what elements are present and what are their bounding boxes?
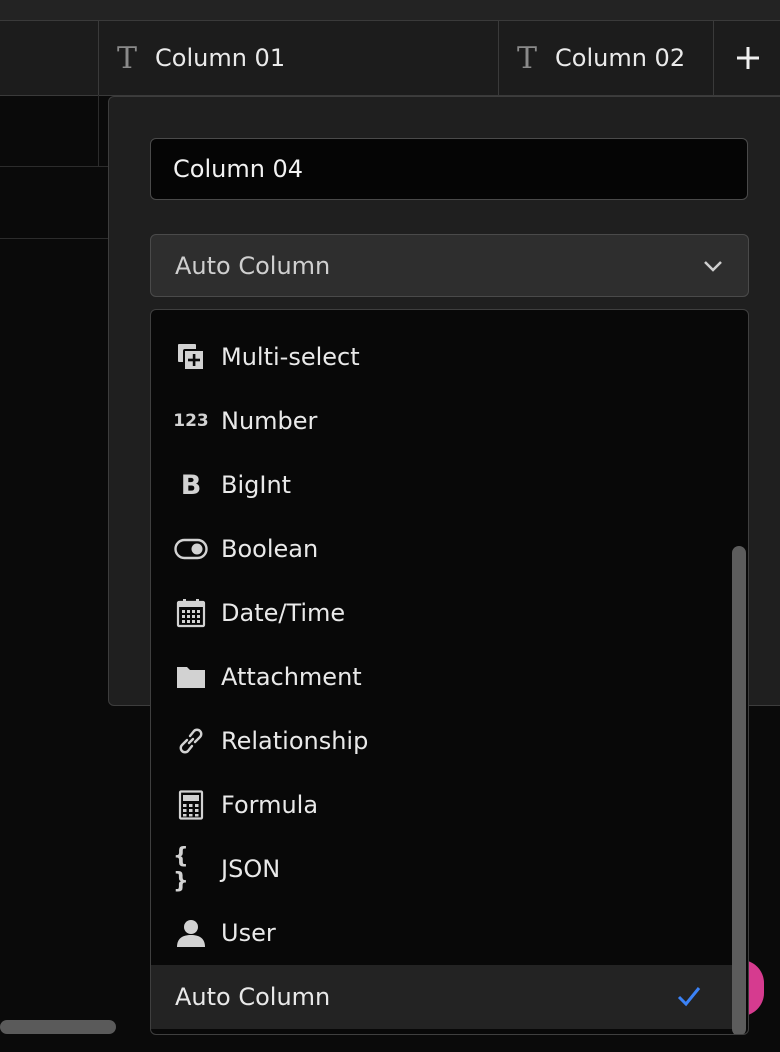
dropdown-option-boolean[interactable]: Boolean: [151, 517, 733, 581]
dropdown-option-label: Number: [221, 407, 318, 435]
dropdown-option-label: Multi-select: [221, 343, 360, 371]
number-icon: 123: [173, 411, 209, 431]
column-header-col2[interactable]: T Column 02: [498, 21, 713, 95]
dropdown-option-multi-select[interactable]: Multi-select: [151, 325, 733, 389]
braces-icon: { }: [173, 844, 189, 894]
dropdown-option-label: Relationship: [221, 727, 369, 755]
dropdown-option-auto-column[interactable]: Auto Column: [151, 965, 733, 1029]
user-icon: [173, 915, 209, 951]
text-type-icon: T: [117, 40, 138, 76]
column-type-select[interactable]: Auto Column: [150, 234, 749, 297]
chevron-down-icon: [704, 261, 722, 272]
column-type-select-value: Auto Column: [175, 251, 331, 280]
dropdown-option-label: Date/Time: [221, 599, 346, 627]
app-root: T Column 01 T Column 02 Auto Column: [0, 0, 780, 1052]
grid-divider: [0, 238, 108, 239]
grid-divider: [0, 166, 108, 167]
dropdown-option-json[interactable]: { } JSON: [151, 837, 733, 901]
plus-icon: [736, 47, 759, 69]
dropdown-option-relationship[interactable]: Relationship: [151, 709, 733, 773]
toggle-icon: [173, 531, 209, 567]
dropdown-option-user[interactable]: User: [151, 901, 733, 965]
text-type-icon: T: [517, 40, 538, 76]
calendar-icon: [173, 595, 209, 631]
multi-select-icon: [173, 339, 209, 375]
dropdown-option-label: Auto Column: [175, 983, 331, 1011]
dropdown-option-label: Attachment: [221, 663, 362, 691]
dropdown-option-bigint[interactable]: B BigInt: [151, 453, 733, 517]
dropdown-scrollbar-thumb[interactable]: [732, 546, 746, 1034]
grid-divider: [98, 95, 99, 166]
dropdown-option-date-time[interactable]: Date/Time: [151, 581, 733, 645]
dropdown-option-label: Boolean: [221, 535, 319, 563]
column-header-label: Column 02: [555, 44, 686, 72]
folder-icon: [173, 659, 209, 695]
dropdown-scrollbar-track[interactable]: [732, 318, 746, 1034]
bigint-icon: B: [180, 469, 202, 501]
dropdown-option-number[interactable]: 123 Number: [151, 389, 733, 453]
checkmark-icon: [677, 987, 701, 1007]
dropdown-option-label: JSON: [221, 855, 281, 883]
dropdown-option-attachment[interactable]: Attachment: [151, 645, 733, 709]
table-header-row: T Column 01 T Column 02: [0, 21, 780, 96]
top-strip: [0, 0, 780, 21]
calculator-icon: [173, 787, 209, 823]
dropdown-option-label: User: [221, 919, 276, 947]
horizontal-scrollbar[interactable]: [0, 1020, 116, 1034]
dropdown-option-label: Formula: [221, 791, 319, 819]
add-column-button[interactable]: [713, 21, 780, 95]
column-header-col1[interactable]: T Column 01: [98, 21, 499, 95]
link-icon: [173, 723, 209, 759]
dropdown-option-label: BigInt: [221, 471, 292, 499]
column-type-dropdown: Multi-select 123 Number B BigInt Boolean: [150, 309, 749, 1035]
column-header-label: Column 01: [155, 44, 286, 72]
column-name-input[interactable]: [150, 138, 748, 200]
dropdown-option-formula[interactable]: Formula: [151, 773, 733, 837]
